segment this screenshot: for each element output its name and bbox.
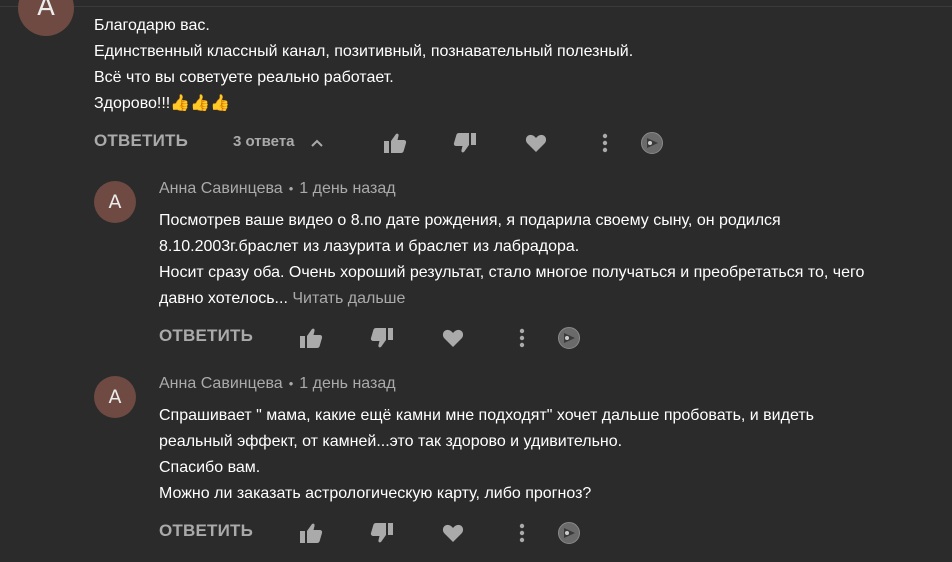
reaction-badge-icon[interactable] <box>640 132 664 154</box>
timestamp[interactable]: 1 день назад <box>299 180 395 197</box>
comment-line: Спрашивает " мама, какие ещё камни мне п… <box>159 407 814 424</box>
meta-separator: • <box>288 376 294 391</box>
comment-action-bar: ОТВЕТИТЬ 3 ответа <box>0 128 952 158</box>
more-vert-icon[interactable] <box>510 327 534 349</box>
replies-toggle[interactable]: 3 ответа <box>233 133 323 151</box>
reaction-badge-icon[interactable] <box>557 327 581 349</box>
author-name[interactable]: Анна Савинцева <box>159 180 283 197</box>
comment-action-bar: ОТВЕТИТЬ <box>0 518 952 548</box>
thumbs-up-icon[interactable] <box>299 522 323 544</box>
comment-line: Спасибо вам. <box>159 459 261 476</box>
top-divider <box>0 6 952 7</box>
meta-separator: • <box>288 181 294 196</box>
avatar[interactable]: А <box>94 376 136 418</box>
comment-line: Благодарю вас. <box>94 17 210 34</box>
comment-line: Носит сразу оба. Очень хороший результат… <box>159 264 865 281</box>
heart-icon[interactable] <box>441 522 465 544</box>
heart-icon[interactable] <box>524 132 548 154</box>
comment-line: Единственный классный канал, позитивный,… <box>94 43 634 60</box>
thumbs-down-icon[interactable] <box>370 327 394 349</box>
reply-button[interactable]: ОТВЕТИТЬ <box>159 326 253 346</box>
avatar-letter: А <box>37 0 55 22</box>
comment-meta: Анна Савинцева • 1 день назад <box>159 375 396 393</box>
chevron-up-icon <box>310 134 323 151</box>
comment-line: Здорово!!!👍👍👍 <box>94 95 231 112</box>
comment-action-bar: ОТВЕТИТЬ <box>0 323 952 353</box>
comment-line: Всё что вы советуете реально работает. <box>94 69 394 86</box>
thumbs-up-icon[interactable] <box>383 132 407 154</box>
thumbs-up-icon[interactable] <box>299 327 323 349</box>
more-vert-icon[interactable] <box>510 522 534 544</box>
reply-button[interactable]: ОТВЕТИТЬ <box>159 521 253 541</box>
more-vert-icon[interactable] <box>593 132 617 154</box>
replies-count: 3 ответа <box>233 133 295 150</box>
author-name[interactable]: Анна Савинцева <box>159 375 283 392</box>
avatar-letter: А <box>108 386 122 408</box>
comment-line: 8.10.2003г.браслет из лазурита и браслет… <box>159 238 580 255</box>
comment-line: Можно ли заказать астрологическую карту,… <box>159 485 592 502</box>
comment-line-last: давно хотелось... Читать дальше <box>159 286 405 312</box>
read-more-link[interactable]: Читать дальше <box>292 290 405 307</box>
thumbs-down-icon[interactable] <box>370 522 394 544</box>
comment-text: давно хотелось... <box>159 290 288 307</box>
avatar-letter: А <box>108 191 122 213</box>
reply-button[interactable]: ОТВЕТИТЬ <box>94 131 188 151</box>
avatar[interactable]: А <box>94 181 136 223</box>
heart-icon[interactable] <box>441 327 465 349</box>
reaction-badge-icon[interactable] <box>557 522 581 544</box>
timestamp[interactable]: 1 день назад <box>299 375 395 392</box>
comment-meta: Анна Савинцева • 1 день назад <box>159 180 396 198</box>
avatar[interactable]: А <box>18 0 74 36</box>
thumbs-down-icon[interactable] <box>453 132 477 154</box>
comment-line: реальный эффект, от камней...это так здо… <box>159 433 623 450</box>
comment-line: Посмотрев ваше видео о 8.по дате рождени… <box>159 212 781 229</box>
